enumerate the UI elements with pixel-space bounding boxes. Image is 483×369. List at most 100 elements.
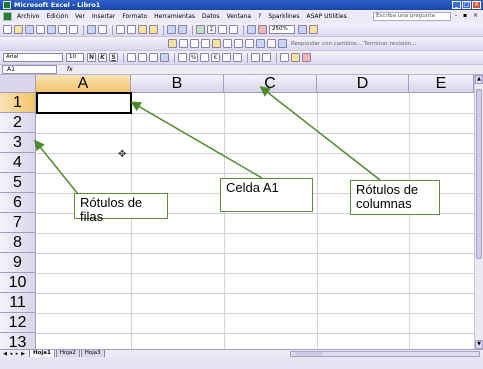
paste-icon[interactable]	[138, 25, 147, 34]
smiley-icon[interactable]	[309, 25, 318, 34]
row-header-9[interactable]: 9	[0, 253, 36, 273]
increase-decimal-icon[interactable]	[222, 53, 231, 62]
sort-descending-icon[interactable]	[229, 25, 238, 34]
review-icon-9[interactable]	[256, 39, 265, 48]
open-folder-icon[interactable]	[14, 25, 23, 34]
spelling-icon[interactable]	[87, 25, 96, 34]
menu-datos[interactable]: Datos	[202, 13, 219, 20]
row-header-7[interactable]: 7	[0, 213, 36, 233]
review-icon-2[interactable]	[179, 39, 188, 48]
workbook-icon[interactable]	[3, 12, 12, 21]
row-header-12[interactable]: 12	[0, 313, 36, 333]
help-icon[interactable]	[298, 25, 307, 34]
active-cell-a1[interactable]	[36, 92, 132, 114]
review-icon-3[interactable]	[190, 39, 199, 48]
row-header-13[interactable]: 13	[0, 333, 36, 349]
last-sheet-icon[interactable]: ▶	[20, 351, 26, 357]
horizontal-scroll-thumb[interactable]	[295, 352, 323, 356]
permission-icon[interactable]	[36, 25, 45, 34]
row-header-1[interactable]: 1	[0, 93, 36, 113]
menu-insertar[interactable]: Insertar	[92, 13, 115, 20]
borders-icon[interactable]	[280, 53, 289, 62]
print-icon[interactable]	[58, 25, 67, 34]
review-icon-10[interactable]	[267, 39, 276, 48]
sort-ascending-icon[interactable]	[218, 25, 227, 34]
row-header-3[interactable]: 3	[0, 133, 36, 153]
column-header-e[interactable]: E	[409, 75, 474, 93]
cut-icon[interactable]	[116, 25, 125, 34]
bold-button[interactable]: N	[87, 53, 96, 62]
redo-icon[interactable]	[178, 25, 187, 34]
review-icon-11[interactable]	[278, 39, 287, 48]
save-icon[interactable]	[25, 25, 34, 34]
review-icon-5[interactable]	[212, 39, 221, 48]
vertical-scrollbar[interactable]: ▲ ▼	[474, 75, 483, 349]
row-header-11[interactable]: 11	[0, 293, 36, 313]
row-header-8[interactable]: 8	[0, 233, 36, 253]
menu-formato[interactable]: Formato	[122, 13, 147, 20]
review-icon-8[interactable]	[245, 39, 254, 48]
merge-center-icon[interactable]	[160, 53, 169, 62]
font-name-select[interactable]: Arial	[3, 53, 63, 62]
menu-ver[interactable]: Ver	[75, 13, 85, 20]
minimize-button[interactable]: _	[452, 1, 461, 9]
copy-icon[interactable]	[127, 25, 136, 34]
format-painter-icon[interactable]	[149, 25, 158, 34]
research-icon[interactable]	[98, 25, 107, 34]
row-header-4[interactable]: 4	[0, 153, 36, 173]
menu-help[interactable]: ?	[258, 13, 261, 20]
decrease-decimal-icon[interactable]	[233, 53, 242, 62]
review-icon-4[interactable]	[201, 39, 210, 48]
thousands-icon[interactable]	[200, 53, 209, 62]
currency-icon[interactable]	[178, 53, 187, 62]
print-preview-icon[interactable]	[69, 25, 78, 34]
menu-herramientas[interactable]: Herramientas	[154, 13, 195, 20]
euro-icon[interactable]: €	[211, 53, 220, 62]
row-header-2[interactable]: 2	[0, 113, 36, 133]
close-button[interactable]: ×	[472, 1, 481, 9]
help-question-input[interactable]: Escriba una pregunta	[373, 12, 451, 21]
review-icon-6[interactable]	[223, 39, 232, 48]
undo-icon[interactable]	[167, 25, 176, 34]
review-icon-1[interactable]	[168, 39, 177, 48]
row-header-10[interactable]: 10	[0, 273, 36, 293]
drawing-icon[interactable]	[258, 25, 267, 34]
scroll-down-icon[interactable]: ▼	[475, 340, 483, 349]
new-document-icon[interactable]	[3, 25, 12, 34]
font-color-icon[interactable]	[302, 53, 311, 62]
chart-wizard-icon[interactable]	[247, 25, 256, 34]
increase-indent-icon[interactable]	[262, 53, 271, 62]
row-header-6[interactable]: 6	[0, 193, 36, 213]
maximize-button[interactable]: □	[462, 1, 471, 9]
reply-with-changes-link[interactable]: Responder con cambios...	[291, 41, 362, 47]
review-icon-7[interactable]	[234, 39, 243, 48]
insert-function-icon[interactable]: fx	[67, 66, 73, 73]
menu-edicion[interactable]: Edición	[46, 13, 68, 20]
align-right-icon[interactable]	[149, 53, 158, 62]
font-size-select[interactable]: 10	[66, 53, 84, 62]
document-window-controls[interactable]: - ▪ ×	[455, 12, 480, 19]
underline-button[interactable]: S	[109, 53, 118, 62]
email-icon[interactable]	[47, 25, 56, 34]
column-header-d[interactable]: D	[317, 75, 409, 93]
autosum-icon[interactable]: Σ	[207, 25, 216, 34]
select-all-corner[interactable]	[0, 75, 36, 93]
menu-ventana[interactable]: Ventana	[226, 13, 251, 20]
row-header-5[interactable]: 5	[0, 173, 36, 193]
zoom-select[interactable]: 250%	[269, 25, 295, 34]
percent-icon[interactable]: %	[189, 53, 198, 62]
fill-color-icon[interactable]	[291, 53, 300, 62]
align-left-icon[interactable]	[127, 53, 136, 62]
column-header-b[interactable]: B	[131, 75, 224, 93]
menu-asap-utilities[interactable]: ASAP Utilities	[307, 13, 347, 20]
decrease-indent-icon[interactable]	[251, 53, 260, 62]
italic-button[interactable]: K	[98, 53, 107, 62]
end-review-link[interactable]: Terminar revisión...	[364, 41, 417, 47]
align-center-icon[interactable]	[138, 53, 147, 62]
column-header-c[interactable]: C	[224, 75, 317, 93]
scroll-up-icon[interactable]: ▲	[475, 75, 483, 84]
hyperlink-icon[interactable]	[196, 25, 205, 34]
name-box[interactable]: A1	[2, 65, 57, 74]
vertical-scroll-thumb[interactable]	[476, 89, 482, 259]
column-header-a[interactable]: A	[36, 75, 131, 93]
